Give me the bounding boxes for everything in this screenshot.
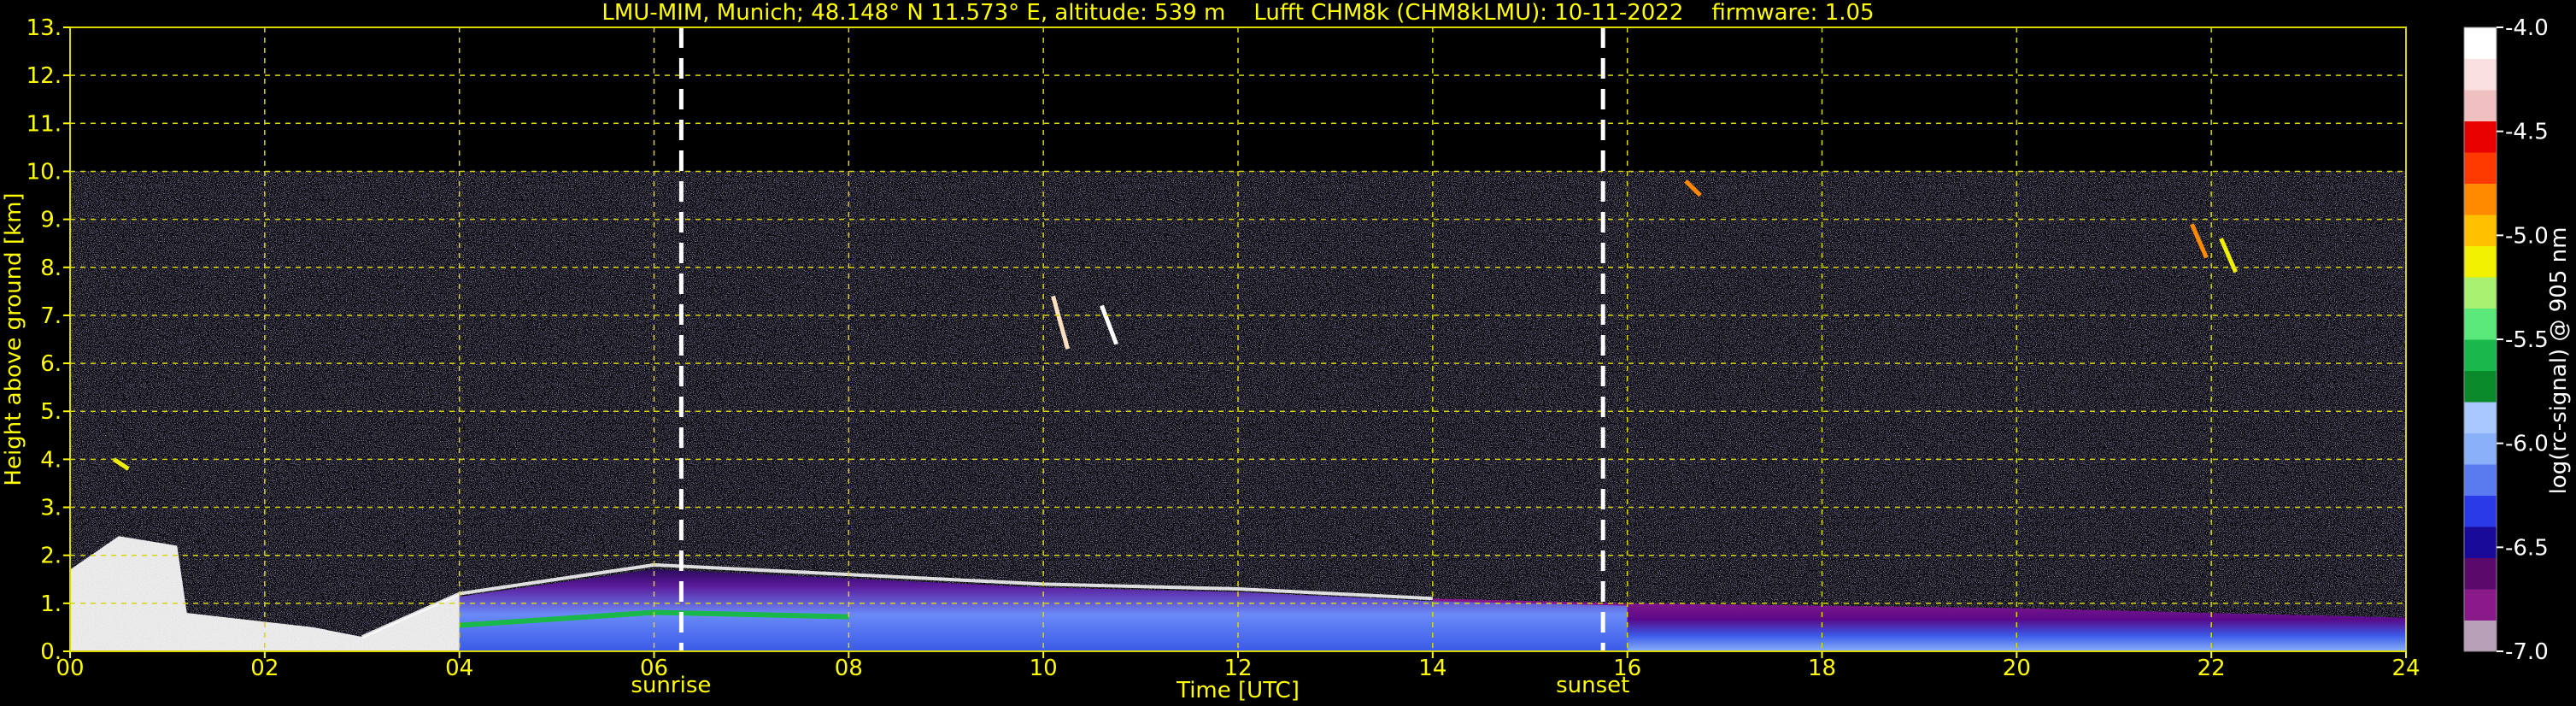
y-tick-label: 3. xyxy=(40,496,62,521)
colorbar-swatch xyxy=(2464,589,2497,621)
colorbar-tick-label: -4.5 xyxy=(2505,120,2549,145)
colorbar: -4.0 -4.5 -5.0 -5.5 -6.0 -6.5 -7.0 xyxy=(2463,15,2549,665)
y-tick-label: 4. xyxy=(40,447,62,473)
colorbar-swatch xyxy=(2464,215,2497,246)
x-tick-label: 04 xyxy=(445,656,473,681)
y-tick-label: 10. xyxy=(26,159,62,185)
x-tick-label: 14 xyxy=(1418,656,1446,681)
y-tick-label: 1. xyxy=(40,591,62,617)
colorbar-swatch xyxy=(2464,432,2497,465)
colorbar-swatch xyxy=(2464,183,2497,215)
colorbar-swatch xyxy=(2464,152,2497,184)
x-axis-label: Time [UTC] xyxy=(1176,678,1300,703)
x-tick-label: 18 xyxy=(1808,656,1836,681)
colorbar-swatch xyxy=(2464,245,2497,278)
colorbar-tick-label: -5.5 xyxy=(2505,327,2549,353)
x-tick-label: 16 xyxy=(1613,656,1641,681)
colorbar-swatch xyxy=(2464,58,2497,91)
colorbar-swatch xyxy=(2464,402,2497,433)
colorbar-swatch xyxy=(2464,495,2497,527)
colorbar-swatch xyxy=(2464,121,2497,153)
colorbar-swatch xyxy=(2464,27,2497,59)
colorbar-swatch xyxy=(2464,527,2497,558)
chart-title: LMU-MIM, Munich; 48.148° N 11.573° E, al… xyxy=(601,0,1874,26)
x-tick-label: 22 xyxy=(2198,656,2226,681)
colorbar-tick-label: -5.0 xyxy=(2505,223,2549,249)
x-tick-label: 10 xyxy=(1030,656,1058,681)
ceilometer-chart: sunrise sunset 0.1.2.3.4.5.6.7.8.9.10.11.… xyxy=(1,0,2572,703)
colorbar-swatch xyxy=(2464,339,2497,371)
colorbar-tick-label: -6.5 xyxy=(2505,535,2549,561)
y-tick-label: 9. xyxy=(40,208,62,233)
y-tick-label: 7. xyxy=(40,303,62,329)
colorbar-swatch xyxy=(2464,464,2497,496)
colorbar-swatch xyxy=(2464,620,2497,652)
y-tick-label: 12. xyxy=(26,63,62,89)
y-tick-label: 8. xyxy=(40,256,62,281)
colorbar-swatch xyxy=(2464,557,2497,590)
y-tick-label: 13. xyxy=(26,15,62,41)
x-tick-label: 08 xyxy=(835,656,863,681)
colorbar-tick-label: -4.0 xyxy=(2505,15,2549,41)
x-tick-label: 24 xyxy=(2391,656,2420,681)
x-tick-label: 00 xyxy=(56,656,84,681)
colorbar-tick-label: -7.0 xyxy=(2505,639,2549,665)
x-tick-label: 02 xyxy=(250,656,279,681)
y-tick-label: 5. xyxy=(40,399,62,425)
colorbar-swatch xyxy=(2464,90,2497,121)
colorbar-label: log(rc-signal) @ 905 nm xyxy=(2546,227,2572,495)
y-axis-label: Height above ground [km] xyxy=(1,192,26,485)
y-tick-label: 11. xyxy=(26,111,62,137)
y-tick-label: 6. xyxy=(40,351,62,377)
colorbar-tick-label: -6.0 xyxy=(2505,432,2549,457)
colorbar-swatch xyxy=(2464,277,2497,309)
y-tick-label: 2. xyxy=(40,544,62,569)
x-tick-label: 06 xyxy=(640,656,668,681)
colorbar-swatch xyxy=(2464,370,2497,403)
colorbar-swatch xyxy=(2464,308,2497,340)
x-tick-label: 20 xyxy=(2003,656,2031,681)
